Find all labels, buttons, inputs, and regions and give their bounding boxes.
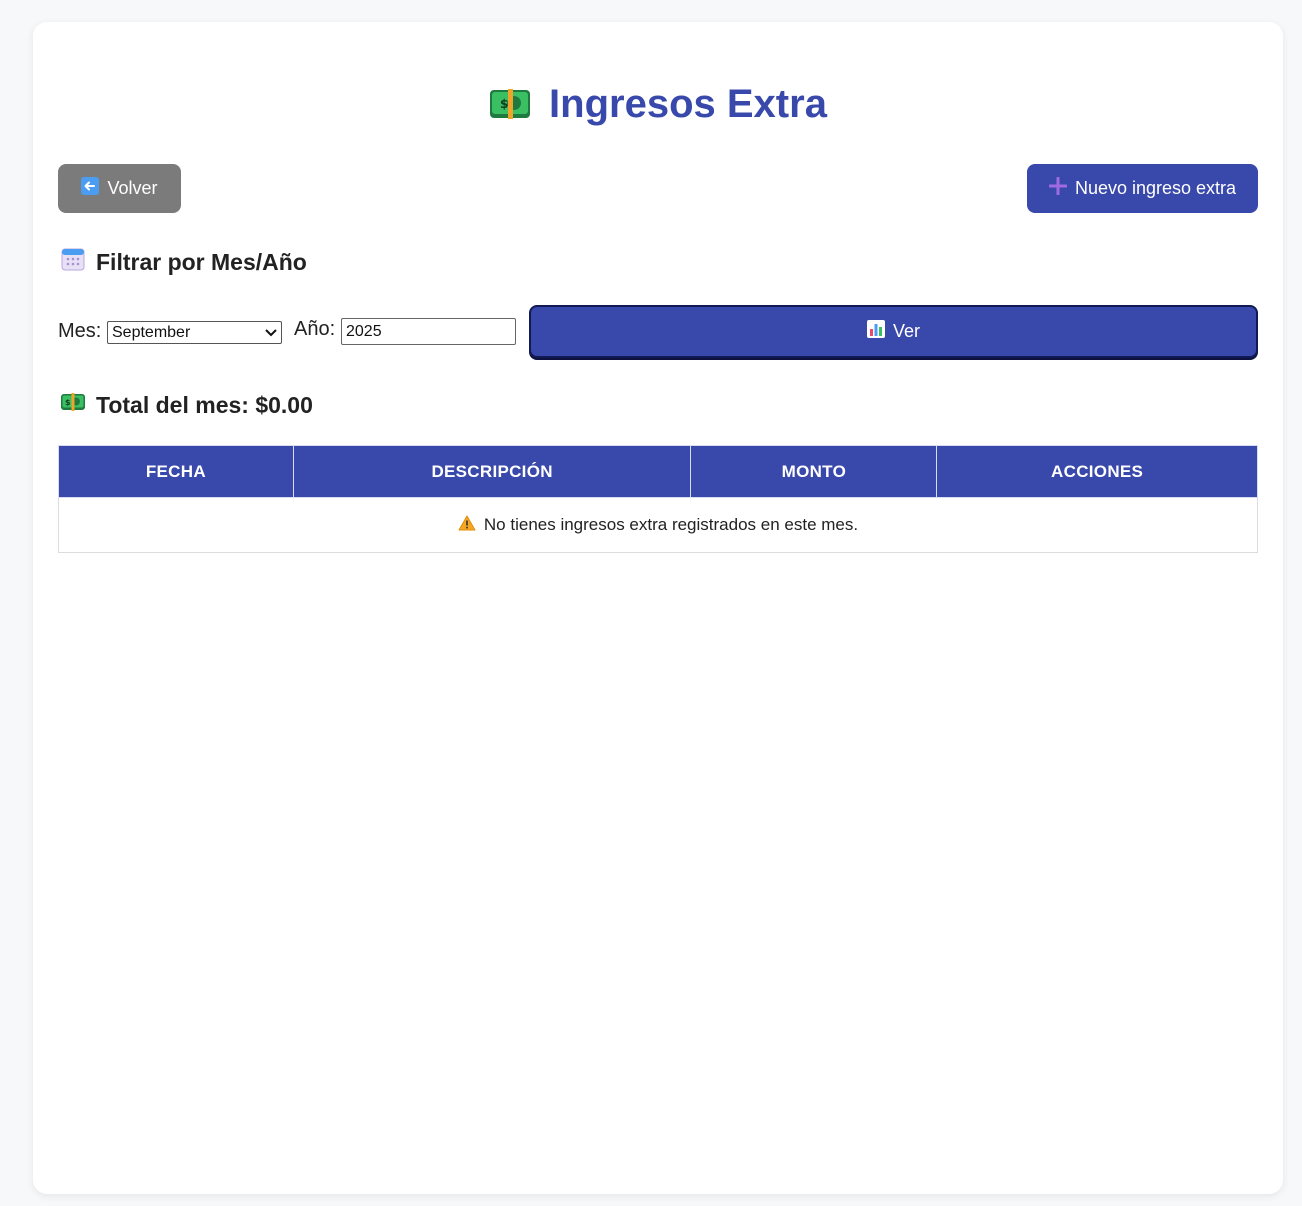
page-header: $ Ingresos Extra bbox=[33, 80, 1283, 128]
filter-heading-text: Filtrar por Mes/Año bbox=[96, 248, 307, 275]
plus-icon bbox=[1048, 176, 1068, 200]
back-button[interactable]: Volver bbox=[58, 164, 181, 213]
year-label: Año: bbox=[294, 318, 336, 340]
money-banknote-icon: $ bbox=[60, 391, 86, 419]
view-button-label: Ver bbox=[892, 321, 921, 341]
warning-icon bbox=[458, 515, 476, 536]
main-card: $ Ingresos Extra Volver Nuevo ingreso ex… bbox=[33, 22, 1283, 1194]
monthly-total: $ Total del mes: $0.00 bbox=[60, 391, 313, 419]
svg-text:$: $ bbox=[500, 97, 508, 111]
new-income-button[interactable]: Nuevo ingreso extra bbox=[1027, 164, 1258, 213]
back-button-label: Volver bbox=[107, 178, 158, 198]
calendar-icon bbox=[60, 246, 86, 278]
table-header-row: FECHA DESCRIPCIÓN MONTO ACCIONES bbox=[58, 445, 1258, 498]
month-select-value: September bbox=[112, 323, 191, 341]
arrow-left-icon bbox=[81, 177, 100, 200]
empty-state-message: No tienes ingresos extra registrados en … bbox=[483, 515, 859, 534]
month-label: Mes: bbox=[58, 320, 102, 342]
chevron-down-icon bbox=[265, 324, 277, 342]
table-row: No tienes ingresos extra registrados en … bbox=[58, 497, 1258, 553]
income-table: FECHA DESCRIPCIÓN MONTO ACCIONES No tien… bbox=[58, 445, 1258, 553]
year-input[interactable] bbox=[341, 318, 516, 345]
column-header-monto: MONTO bbox=[690, 445, 938, 498]
filter-form: Mes: September Año: Ver bbox=[58, 305, 1258, 359]
column-header-descripcion: DESCRIPCIÓN bbox=[292, 445, 692, 498]
month-select[interactable]: September bbox=[107, 321, 282, 344]
page-title: Ingresos Extra bbox=[549, 82, 827, 126]
money-banknote-icon: $ bbox=[489, 87, 531, 121]
column-header-fecha: FECHA bbox=[58, 445, 294, 498]
svg-text:$: $ bbox=[65, 398, 71, 407]
monthly-total-text: Total del mes: $0.00 bbox=[96, 391, 313, 418]
view-button[interactable]: Ver bbox=[529, 305, 1258, 358]
bar-chart-icon bbox=[866, 320, 885, 343]
column-header-acciones: ACCIONES bbox=[936, 445, 1258, 498]
filter-heading: Filtrar por Mes/Año bbox=[60, 246, 307, 278]
new-income-button-label: Nuevo ingreso extra bbox=[1074, 178, 1237, 198]
empty-state-cell: No tienes ingresos extra registrados en … bbox=[58, 497, 1258, 553]
